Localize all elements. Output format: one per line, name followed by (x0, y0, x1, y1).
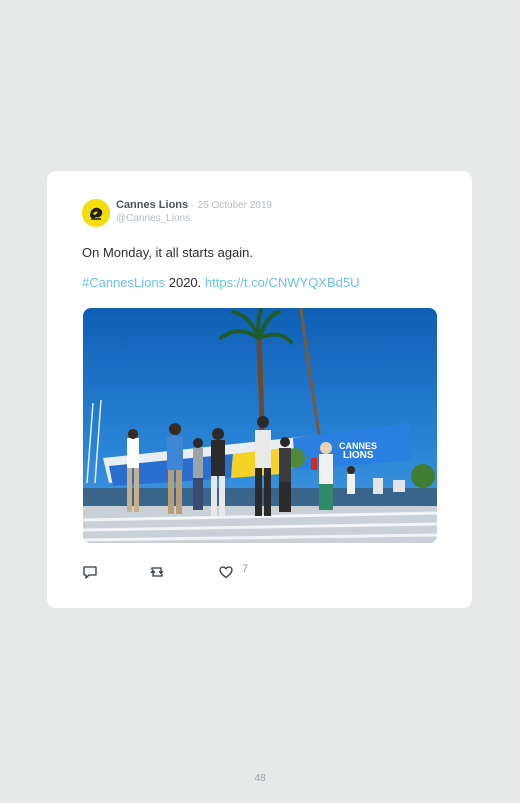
author-name[interactable]: Cannes Lions (116, 199, 188, 211)
hashtag-link[interactable]: #CannesLions (82, 275, 165, 290)
meta-separator: · (191, 200, 195, 211)
like-button[interactable]: 7 (218, 563, 249, 580)
page-number: 48 (254, 773, 266, 784)
tweet-author-line: Cannes Lions · 25 October 2019 (116, 199, 272, 212)
tweet-card: Cannes Lions · 25 October 2019 @Cannes_L… (47, 171, 472, 608)
tweet-photo[interactable]: CANNES LIONS (83, 308, 437, 543)
tweet-actions: 7 (82, 563, 282, 582)
reply-button[interactable] (82, 564, 98, 580)
like-count: 7 (242, 563, 249, 575)
retweet-button[interactable] (149, 564, 165, 580)
tweet-date[interactable]: 25 October 2019 (198, 200, 273, 211)
tweet-text-line2: #CannesLions 2020. https://t.co/CNWYQXBd… (82, 275, 360, 290)
photo-sign-line2: LIONS (343, 450, 374, 461)
festival-photo: CANNES LIONS (83, 308, 437, 543)
lion-logo-icon (82, 199, 110, 227)
reply-icon (83, 566, 97, 579)
tweet-text: On Monday, it all starts again. (82, 245, 254, 260)
tweet-year-text: 2020. (165, 275, 205, 290)
url-link[interactable]: https://t.co/CNWYQXBd5U (205, 275, 360, 290)
avatar[interactable] (82, 199, 110, 227)
retweet-icon (150, 567, 164, 577)
heart-icon (219, 566, 233, 579)
author-handle[interactable]: @Cannes_Lions (116, 213, 190, 224)
